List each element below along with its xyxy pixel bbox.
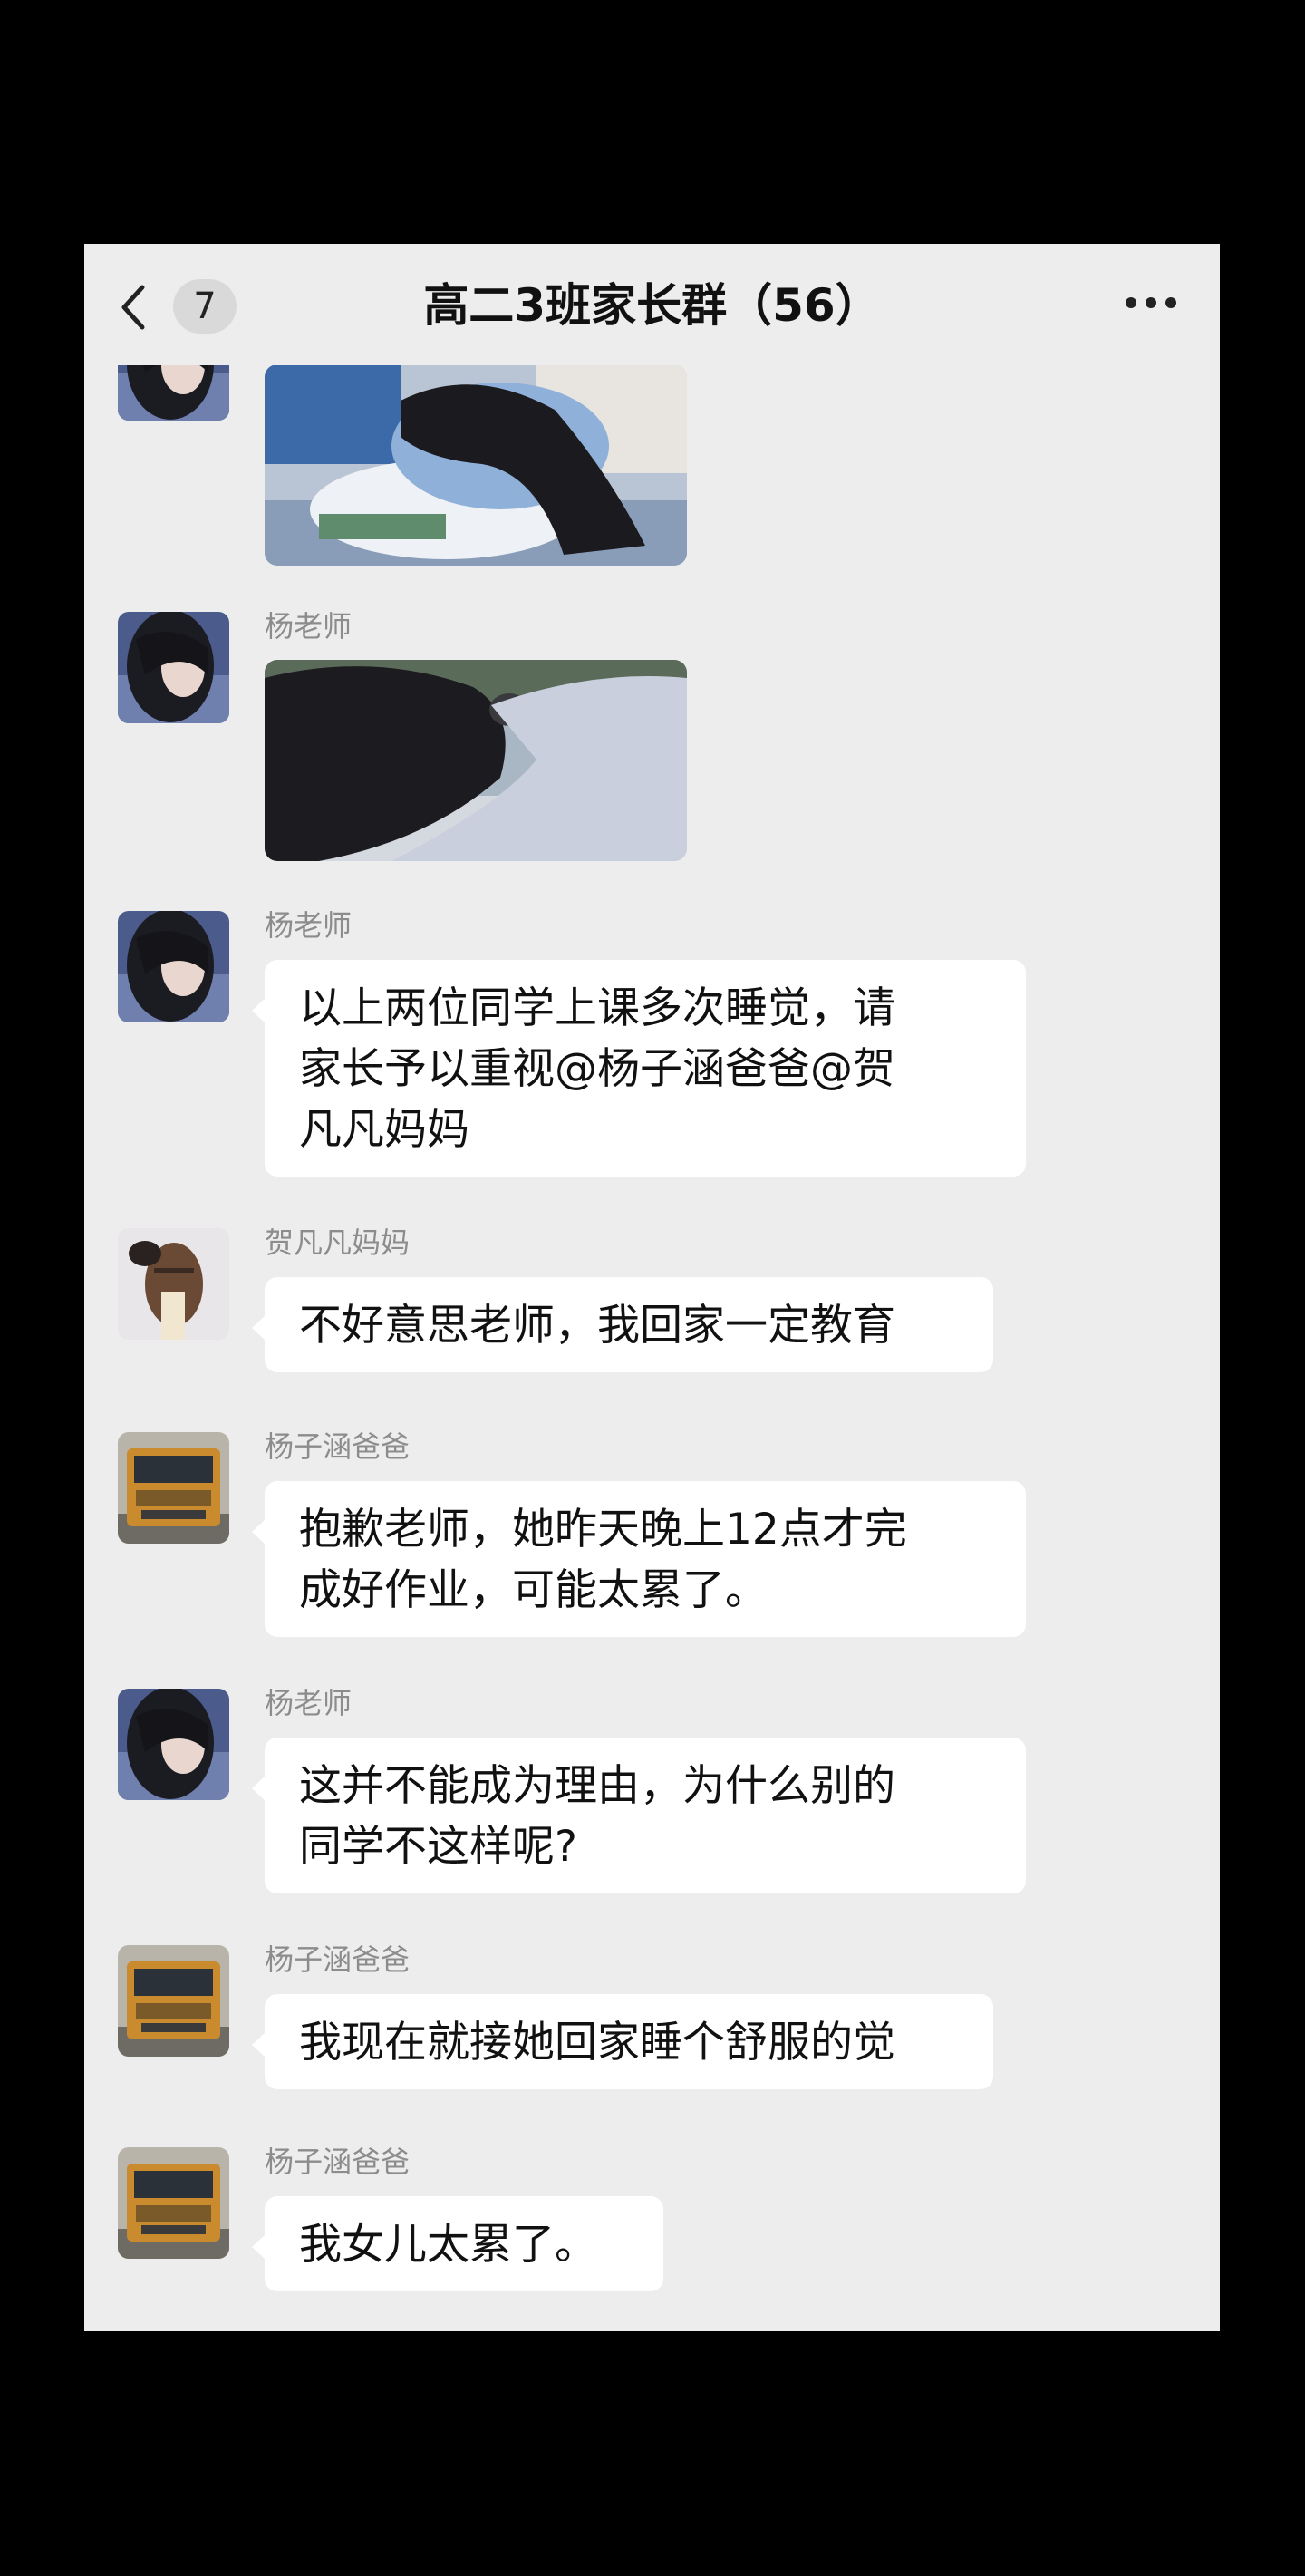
more-dots-icon <box>1126 297 1136 308</box>
message-bubble[interactable]: 不好意思老师，我回家一定教育 <box>252 1277 993 1372</box>
avatar-parent-father-truck[interactable] <box>118 1432 229 1544</box>
message-line: 成好作业，可能太累了。 <box>299 1565 768 1615</box>
message-line: 这并不能成为理由，为什么别的 <box>299 1761 895 1811</box>
message-line: 不好意思老师，我回家一定教育 <box>299 1301 895 1351</box>
message-line: 凡凡妈妈 <box>299 1105 469 1155</box>
avatar-teacher[interactable] <box>118 612 229 723</box>
message-bubble[interactable]: 抱歉老师，她昨天晚上12点才完 成好作业，可能太累了。 <box>252 1481 1026 1637</box>
sender-name: 杨子涵爸爸 <box>265 1429 411 1464</box>
avatar-parent-father-truck[interactable] <box>118 1945 229 2057</box>
sender-name: 贺凡凡妈妈 <box>265 1225 411 1260</box>
message-line: 我现在就接她回家睡个舒服的觉 <box>299 2018 895 2068</box>
wechat-group-chat-window: 7 高二3班家长群（56） 杨老师 杨老师 以上两位同学上课多次睡觉，请 家长予… <box>84 244 1220 2331</box>
avatar-teacher[interactable] <box>118 911 229 1022</box>
message-line: 以上两位同学上课多次睡觉，请 <box>299 983 895 1033</box>
sender-name: 杨老师 <box>265 908 353 943</box>
message-line: 我女儿太累了。 <box>299 2220 597 2270</box>
message-line: 家长予以重视@杨子涵爸爸@贺 <box>299 1044 895 1094</box>
avatar-teacher[interactable] <box>118 1689 229 1800</box>
sender-name: 杨老师 <box>265 609 353 644</box>
message-line: 抱歉老师，她昨天晚上12点才完 <box>299 1505 907 1554</box>
message-bubble[interactable]: 我现在就接她回家睡个舒服的觉 <box>252 1994 993 2089</box>
more-options-button[interactable] <box>1126 294 1176 312</box>
photo-student-sleeping-on-desk[interactable] <box>265 364 687 566</box>
message-bubble[interactable]: 这并不能成为理由，为什么别的 同学不这样呢? <box>252 1738 1026 1893</box>
sender-name: 杨子涵爸爸 <box>265 1942 411 1977</box>
avatar-parent-mother[interactable] <box>118 1228 229 1340</box>
message-bubble[interactable]: 以上两位同学上课多次睡觉，请 家长予以重视@杨子涵爸爸@贺 凡凡妈妈 <box>252 960 1026 1177</box>
avatar-parent-father-truck[interactable] <box>118 2147 229 2259</box>
message-bubble[interactable]: 我女儿太累了。 <box>252 2196 663 2291</box>
chat-title: 高二3班家长群（56） <box>423 279 881 332</box>
chat-header: 7 高二3班家长群（56） <box>84 244 1220 365</box>
sender-name: 杨子涵爸爸 <box>265 2145 411 2179</box>
photo-student-head-down-ponytail[interactable] <box>265 660 687 861</box>
sender-name: 杨老师 <box>265 1686 353 1720</box>
message-line: 同学不这样呢? <box>299 1822 577 1872</box>
